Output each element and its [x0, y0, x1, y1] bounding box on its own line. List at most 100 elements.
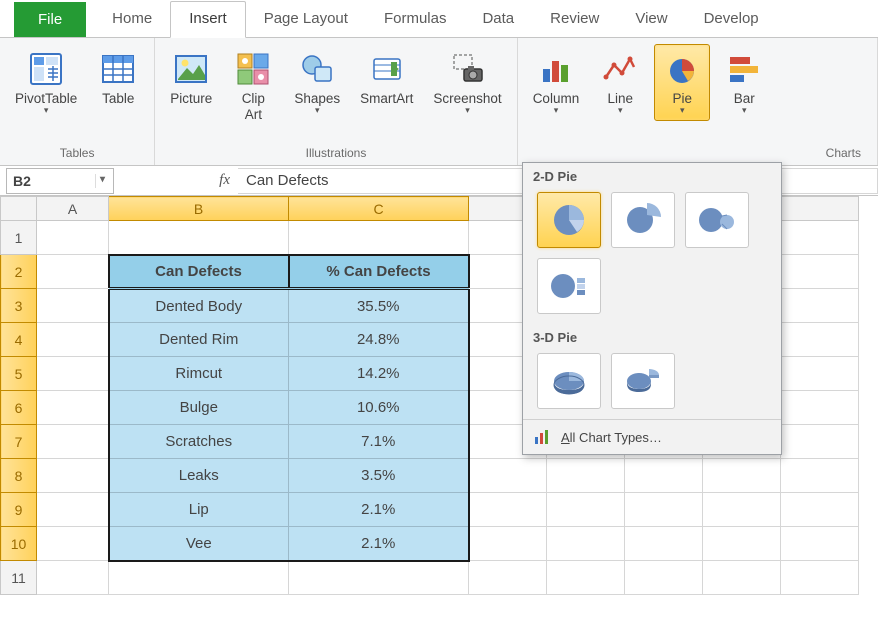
- row-header-3[interactable]: 3: [1, 289, 37, 323]
- cell[interactable]: [547, 527, 625, 561]
- cell[interactable]: [625, 459, 703, 493]
- data-cell[interactable]: Vee: [109, 527, 289, 561]
- cell[interactable]: [781, 289, 859, 323]
- cell[interactable]: [625, 527, 703, 561]
- shapes-button[interactable]: Shapes ▾: [287, 44, 347, 121]
- select-all-corner[interactable]: [1, 197, 37, 221]
- all-chart-types-button[interactable]: AAll Chart Types…ll Chart Types…: [523, 419, 781, 454]
- clip-art-button[interactable]: ClipArt: [225, 44, 281, 127]
- row-header-11[interactable]: 11: [1, 561, 37, 595]
- pivottable-button[interactable]: PivotTable ▾: [8, 44, 84, 121]
- pie-2d-option-3[interactable]: [685, 192, 749, 248]
- cell[interactable]: [625, 493, 703, 527]
- pie-2d-option-4[interactable]: [537, 258, 601, 314]
- cell[interactable]: [781, 391, 859, 425]
- name-box[interactable]: B2 ▾: [6, 168, 114, 194]
- cell[interactable]: [37, 391, 109, 425]
- data-header-1[interactable]: Can Defects: [109, 255, 289, 289]
- cell[interactable]: [703, 493, 781, 527]
- data-cell[interactable]: Lip: [109, 493, 289, 527]
- cell[interactable]: [37, 459, 109, 493]
- data-header-2[interactable]: % Can Defects: [289, 255, 469, 289]
- cell[interactable]: [469, 459, 547, 493]
- cell[interactable]: [781, 493, 859, 527]
- row-header-4[interactable]: 4: [1, 323, 37, 357]
- row-header-10[interactable]: 10: [1, 527, 37, 561]
- cell[interactable]: [547, 561, 625, 595]
- cell[interactable]: [703, 527, 781, 561]
- col-header-c[interactable]: C: [289, 197, 469, 221]
- tab-view[interactable]: View: [617, 2, 685, 37]
- tab-insert[interactable]: Insert: [170, 1, 246, 38]
- row-header-2[interactable]: 2: [1, 255, 37, 289]
- col-header-b[interactable]: B: [109, 197, 289, 221]
- cell[interactable]: [289, 561, 469, 595]
- cell[interactable]: [289, 221, 469, 255]
- cell[interactable]: [469, 527, 547, 561]
- tab-home[interactable]: Home: [94, 2, 170, 37]
- data-cell[interactable]: 2.1%: [289, 527, 469, 561]
- row-header-9[interactable]: 9: [1, 493, 37, 527]
- data-cell[interactable]: 24.8%: [289, 323, 469, 357]
- pie-3d-option-2[interactable]: [611, 353, 675, 409]
- cell[interactable]: [781, 323, 859, 357]
- bar-chart-button[interactable]: Bar ▾: [716, 44, 772, 121]
- row-header-7[interactable]: 7: [1, 425, 37, 459]
- tab-data[interactable]: Data: [464, 2, 532, 37]
- cell[interactable]: [37, 323, 109, 357]
- data-cell[interactable]: 3.5%: [289, 459, 469, 493]
- data-cell[interactable]: 7.1%: [289, 425, 469, 459]
- col-header-a[interactable]: A: [37, 197, 109, 221]
- cell[interactable]: [547, 493, 625, 527]
- line-chart-button[interactable]: Line ▾: [592, 44, 648, 121]
- cell[interactable]: [781, 561, 859, 595]
- tab-page-layout[interactable]: Page Layout: [246, 2, 366, 37]
- cell[interactable]: [37, 493, 109, 527]
- pie-3d-option-1[interactable]: [537, 353, 601, 409]
- data-cell[interactable]: Scratches: [109, 425, 289, 459]
- pie-chart-button[interactable]: Pie ▾: [654, 44, 710, 121]
- cell[interactable]: [37, 527, 109, 561]
- pie-2d-option-2[interactable]: [611, 192, 675, 248]
- tab-review[interactable]: Review: [532, 2, 617, 37]
- row-header-1[interactable]: 1: [1, 221, 37, 255]
- fx-icon[interactable]: fx: [211, 172, 238, 189]
- chevron-down-icon[interactable]: ▾: [95, 174, 109, 188]
- screenshot-button[interactable]: Screenshot ▾: [426, 44, 508, 121]
- data-cell[interactable]: Leaks: [109, 459, 289, 493]
- smartart-button[interactable]: SmartArt: [353, 44, 420, 112]
- cell[interactable]: [781, 425, 859, 459]
- data-cell[interactable]: Dented Rim: [109, 323, 289, 357]
- cell[interactable]: [109, 561, 289, 595]
- cell[interactable]: [37, 357, 109, 391]
- data-cell[interactable]: 14.2%: [289, 357, 469, 391]
- data-cell[interactable]: 35.5%: [289, 289, 469, 323]
- cell[interactable]: [625, 561, 703, 595]
- row-header-5[interactable]: 5: [1, 357, 37, 391]
- tab-file[interactable]: File: [14, 2, 86, 37]
- cell[interactable]: [37, 221, 109, 255]
- table-button[interactable]: Table: [90, 44, 146, 112]
- cell[interactable]: [781, 255, 859, 289]
- data-cell[interactable]: 2.1%: [289, 493, 469, 527]
- cell[interactable]: [469, 561, 547, 595]
- data-cell[interactable]: 10.6%: [289, 391, 469, 425]
- column-chart-button[interactable]: Column ▾: [526, 44, 587, 121]
- cell[interactable]: [37, 425, 109, 459]
- picture-button[interactable]: Picture: [163, 44, 219, 112]
- cell[interactable]: [469, 493, 547, 527]
- pie-2d-option-1[interactable]: [537, 192, 601, 248]
- cell[interactable]: [781, 221, 859, 255]
- data-cell[interactable]: Rimcut: [109, 357, 289, 391]
- row-header-6[interactable]: 6: [1, 391, 37, 425]
- tab-formulas[interactable]: Formulas: [366, 2, 465, 37]
- col-header-h[interactable]: [781, 197, 859, 221]
- cell[interactable]: [547, 459, 625, 493]
- tab-developer[interactable]: Develop: [686, 2, 777, 37]
- cell[interactable]: [781, 459, 859, 493]
- cell[interactable]: [703, 459, 781, 493]
- cell[interactable]: [781, 357, 859, 391]
- cell[interactable]: [781, 527, 859, 561]
- cell[interactable]: [703, 561, 781, 595]
- row-header-8[interactable]: 8: [1, 459, 37, 493]
